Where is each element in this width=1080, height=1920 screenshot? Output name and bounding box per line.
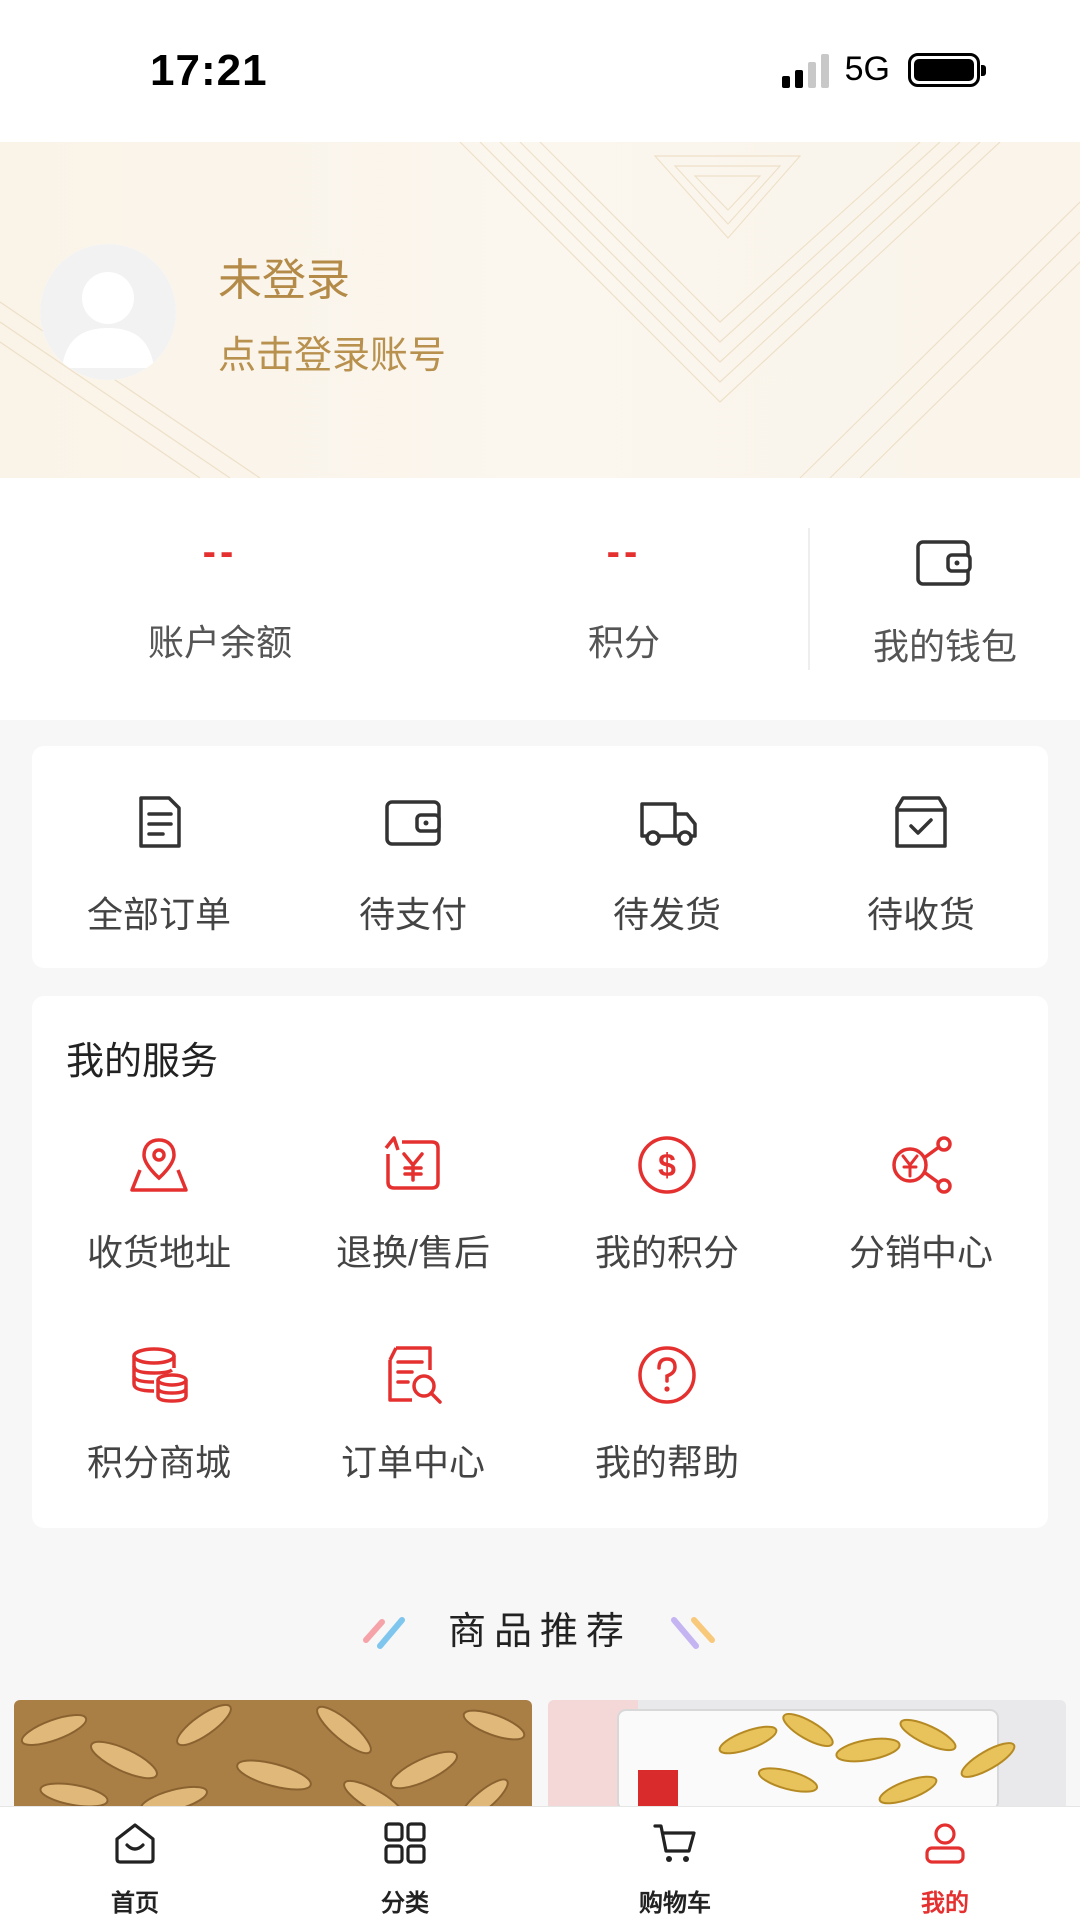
document-search-icon: [388, 1346, 442, 1404]
cart-icon: [653, 1824, 696, 1862]
default-avatar-icon: [40, 244, 176, 380]
service-label: 我的积分: [594, 1232, 739, 1273]
svg-text:$: $: [658, 1147, 676, 1183]
product-image: [548, 1700, 1066, 1810]
account-stats: -- 账户余额 -- 积分 我的钱包: [0, 478, 1080, 720]
map-pin-icon: [130, 1138, 188, 1192]
avatar[interactable]: [40, 244, 176, 380]
points-stat[interactable]: -- 积分: [464, 478, 784, 720]
network-label: 5G: [844, 50, 890, 88]
order-label: 待发货: [612, 894, 721, 935]
wallet-icon: [916, 540, 972, 586]
balance-stat[interactable]: -- 账户余额: [60, 478, 380, 720]
recommend-header: 商品推荐: [0, 1600, 1080, 1670]
service-label: 订单中心: [340, 1442, 485, 1483]
product-card[interactable]: [548, 1700, 1066, 1810]
status-time: 17:21: [150, 46, 268, 95]
order-pending-shipment[interactable]: 待发货: [540, 746, 794, 968]
truck-icon: [640, 802, 697, 846]
box-check-icon: [895, 796, 947, 848]
signal-icon: [781, 52, 829, 88]
services-title: 我的服务: [66, 1041, 219, 1083]
order-pending-payment[interactable]: 待支付: [286, 746, 540, 968]
tab-label: 分类: [381, 1890, 429, 1917]
order-pending-receipt[interactable]: 待收货: [794, 746, 1048, 968]
tab-bar: 首页 分类 购物车 我的: [0, 1806, 1080, 1920]
service-label: 收货地址: [86, 1232, 231, 1273]
coins-stack-icon: [132, 1347, 188, 1403]
user-icon: [925, 1823, 965, 1864]
status-bar: 17:21 5G: [0, 0, 1080, 142]
balance-label: 账户余额: [147, 622, 292, 663]
login-prompt[interactable]: 点击登录账号: [218, 324, 446, 379]
balance-value: --: [202, 530, 238, 574]
tab-label: 购物车: [639, 1890, 711, 1917]
points-label: 积分: [587, 622, 660, 663]
wallet-stat[interactable]: 我的钱包: [810, 478, 1080, 720]
refund-icon: [384, 1136, 440, 1190]
tab-label: 首页: [111, 1890, 159, 1917]
tab-cart[interactable]: 购物车: [540, 1807, 810, 1920]
service-label: 退换/售后: [335, 1232, 490, 1273]
service-refund[interactable]: 退换/售后: [286, 1134, 540, 1304]
home-icon: [115, 1823, 155, 1864]
recommend-title: 商品推荐: [447, 1611, 632, 1653]
wallet-label: 我的钱包: [872, 626, 1017, 667]
service-label: 分销中心: [848, 1232, 993, 1273]
profile-header[interactable]: 未登录 点击登录账号: [0, 142, 1080, 478]
service-order-center[interactable]: 订单中心: [286, 1344, 540, 1514]
slash-decoration-icon: [671, 1617, 715, 1649]
order-label: 待支付: [358, 894, 467, 935]
product-image: [14, 1700, 532, 1810]
dollar-coin-icon: $: [638, 1136, 696, 1194]
service-points[interactable]: $ 我的积分: [540, 1134, 794, 1304]
battery-icon: [908, 52, 986, 87]
wallet-icon: [385, 800, 441, 846]
service-label: 积分商城: [86, 1442, 231, 1483]
share-network-icon: [892, 1136, 952, 1194]
status-indicators: 5G: [781, 50, 986, 89]
points-value: --: [606, 530, 642, 574]
order-label: 全部订单: [86, 894, 231, 935]
service-address[interactable]: 收货地址: [32, 1134, 286, 1304]
service-label: 我的帮助: [594, 1442, 739, 1483]
product-card[interactable]: [14, 1700, 532, 1810]
login-status[interactable]: 未登录: [218, 244, 350, 308]
grid-icon: [384, 1822, 426, 1864]
services-card: 我的服务 收货地址 退换/售后 $ 我的积分 分销中心 积分商城 订单中心 我的…: [32, 996, 1048, 1528]
service-distribution[interactable]: 分销中心: [794, 1134, 1048, 1304]
profile-page: 17:21 5G 未登录 点击登录账号 -- 账户余额 -- 积分 我的钱包 全…: [0, 0, 1080, 1920]
tab-category[interactable]: 分类: [270, 1807, 540, 1920]
service-help[interactable]: 我的帮助: [540, 1344, 794, 1514]
tab-mine[interactable]: 我的: [810, 1807, 1080, 1920]
tab-label: 我的: [921, 1890, 969, 1917]
document-icon: [139, 796, 181, 848]
help-icon: [638, 1346, 696, 1404]
orders-card: 全部订单 待支付 待发货 待收货: [32, 746, 1048, 968]
service-points-mall[interactable]: 积分商城: [32, 1344, 286, 1514]
order-label: 待收货: [866, 894, 975, 935]
tab-home[interactable]: 首页: [0, 1807, 270, 1920]
order-all[interactable]: 全部订单: [32, 746, 286, 968]
